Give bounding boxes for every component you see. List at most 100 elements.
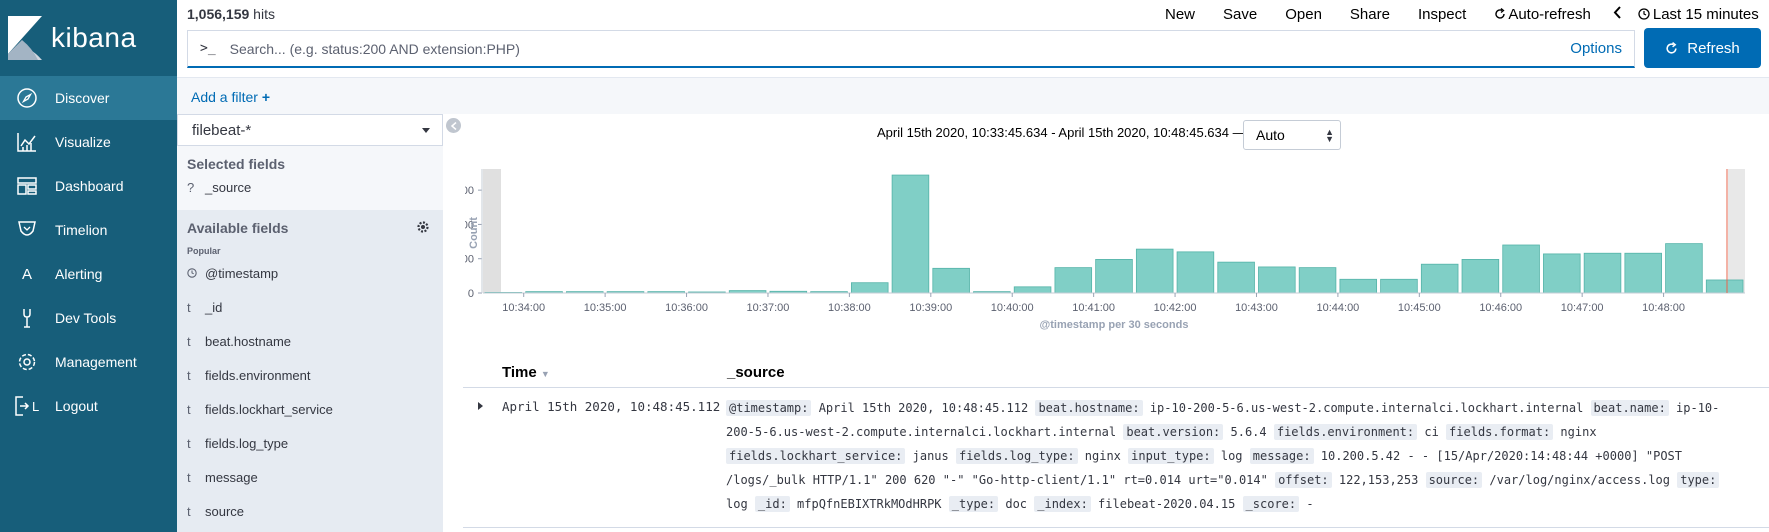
refresh-icon [1666, 41, 1677, 54]
interval-select[interactable]: Auto ▲ ▼ [1243, 120, 1341, 150]
clock-icon [1638, 8, 1650, 20]
index-pattern-select[interactable]: filebeat-* [177, 114, 443, 146]
nav-label: Management [55, 354, 137, 370]
histogram-chart: 050,000100,000150,000Count10:34:0010:35:… [434, 165, 1755, 335]
collapse-sidebar-button[interactable] [446, 118, 461, 133]
doc-table-header: Time ▼ _source [463, 356, 1769, 388]
field-name: _source [205, 179, 252, 195]
time-picker-label: Last 15 minutes [1652, 5, 1759, 23]
column-header-time-label: Time [502, 364, 537, 381]
nav-item-visualize[interactable]: Visualize [0, 120, 177, 164]
x-tick-label: 10:42:00 [1154, 302, 1197, 314]
time-picker-button[interactable]: Last 15 minutes [1638, 6, 1759, 23]
nav-label: Timelion [55, 222, 108, 238]
expand-row-icon[interactable] [478, 402, 483, 410]
hits-counter: 1,056,159 hits [187, 6, 275, 22]
row-source: @timestamp: April 15th 2020, 10:48:45.11… [726, 396, 1736, 516]
histogram-bar [1176, 251, 1215, 294]
field-item[interactable]: t fields.log_type [177, 426, 443, 460]
source-field-value: filebeat-2020.04.15 [1090, 497, 1243, 511]
histogram-bar [1543, 253, 1581, 294]
kibana-logo[interactable]: kibana [0, 0, 177, 76]
nav-item-dev-tools[interactable]: Dev Tools [0, 296, 177, 340]
available-fields-title: Available fields [187, 220, 289, 236]
source-field-value: April 15th 2020, 10:48:45.112 [811, 401, 1036, 415]
source-field-value: nginx [1077, 449, 1129, 463]
source-field-value: log [1213, 449, 1250, 463]
source-field-key: _type: [948, 496, 999, 512]
auto-refresh-button[interactable]: Auto-refresh [1494, 6, 1591, 23]
clock-icon [187, 266, 205, 281]
out-of-range-shade [1728, 169, 1745, 293]
source-field-value: mfpQfnEBIXTRkMOdHRPK [789, 497, 949, 511]
refresh-button[interactable]: Refresh [1644, 28, 1761, 68]
y-tick-label: 150,000 [465, 185, 474, 197]
source-field-key: type: [1677, 472, 1720, 488]
x-tick-label: 10:35:00 [584, 302, 627, 314]
column-header-time[interactable]: Time ▼ [502, 364, 550, 381]
field-name: @timestamp [205, 265, 279, 281]
table-row: April 15th 2020, 10:48:45.112 @timestamp… [463, 392, 1769, 528]
field-item[interactable]: @timestamp [177, 256, 443, 290]
nav-item-logout[interactable]: L Logout [0, 384, 177, 428]
new-button[interactable]: New [1165, 6, 1195, 23]
source-field-key: input_type: [1128, 448, 1214, 464]
nav-item-timelion[interactable]: Timelion [0, 208, 177, 252]
add-filter-button[interactable]: Add a filter + [191, 89, 270, 105]
field-item[interactable]: t _id [177, 290, 443, 324]
timelion-icon [14, 218, 40, 242]
inspect-button[interactable]: Inspect [1418, 6, 1466, 23]
field-type-string-icon: t [187, 367, 191, 383]
nav-item-management[interactable]: Management [0, 340, 177, 384]
nav-item-dashboard[interactable]: Dashboard [0, 164, 177, 208]
field-type-string-icon: t [187, 299, 191, 315]
add-filter-label: Add a filter [191, 89, 258, 105]
x-tick-label: 10:43:00 [1235, 302, 1278, 314]
field-item[interactable]: t beat.hostname [177, 324, 443, 358]
histogram-bar [1502, 244, 1540, 294]
save-button[interactable]: Save [1223, 6, 1257, 23]
field-item[interactable]: t message [177, 460, 443, 494]
source-field-key: beat.version: [1123, 424, 1224, 440]
source-field-key: fields.lockhart_service: [726, 448, 906, 464]
top-menu: New Save Open Share Inspect Auto-refresh… [1165, 0, 1769, 28]
histogram-bar [891, 174, 930, 294]
field-item[interactable]: t fields.environment [177, 358, 443, 392]
source-field-value: 122,153,253 [1331, 473, 1426, 487]
source-field-value: /var/log/nginx/access.log [1482, 473, 1678, 487]
source-field-key: source: [1425, 472, 1483, 488]
select-arrows-icon: ▲ ▼ [1325, 127, 1334, 144]
field-name: message [205, 469, 258, 485]
field-item[interactable]: ? _source [177, 172, 443, 202]
field-type-string-icon: t [187, 333, 191, 349]
nav-item-discover[interactable]: Discover [0, 76, 177, 120]
caret-down-icon [422, 128, 430, 133]
histogram-bar [1380, 278, 1418, 294]
auto-refresh-label: Auto-refresh [1508, 5, 1591, 23]
plus-icon: + [261, 89, 271, 105]
x-tick-label: 10:45:00 [1398, 302, 1441, 314]
hits-count: 1,056,159 [187, 6, 250, 22]
available-fields-section: Available fields Popular @timestamp t _id… [177, 210, 443, 532]
field-item[interactable]: t fields.lockhart_service [177, 392, 443, 426]
open-button[interactable]: Open [1285, 6, 1322, 23]
field-item[interactable]: t source [177, 494, 443, 528]
histogram-bar [1054, 267, 1093, 294]
query-bar: >_ Options [187, 30, 1635, 68]
histogram-bar [1461, 259, 1500, 294]
time-back-button[interactable] [1613, 5, 1622, 23]
nav-item-alerting[interactable]: A Alerting [0, 252, 177, 296]
field-name: fields.environment [205, 367, 311, 383]
share-button[interactable]: Share [1350, 6, 1390, 23]
search-input[interactable] [229, 40, 1430, 57]
histogram-bar [1583, 252, 1622, 294]
y-axis-label: Count [468, 217, 480, 249]
histogram-bar [1339, 278, 1378, 294]
field-type-string-icon: t [187, 435, 191, 451]
gear-icon[interactable] [417, 220, 429, 236]
options-link[interactable]: Options [1570, 40, 1622, 57]
x-axis-label: @timestamp per 30 seconds [1040, 319, 1189, 331]
hits-label: hits [249, 6, 275, 22]
x-tick-label: 10:38:00 [828, 302, 871, 314]
refresh-cycle-icon [1495, 8, 1506, 19]
